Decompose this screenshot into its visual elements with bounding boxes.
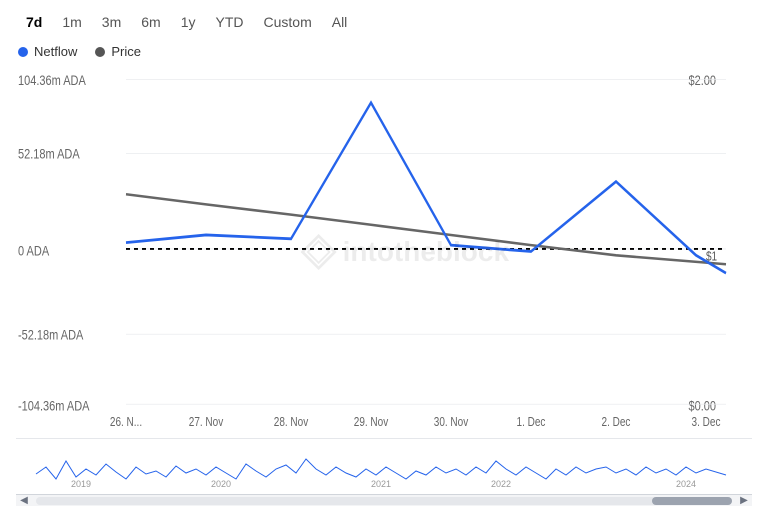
scroll-left-arrow[interactable]: ◀: [16, 493, 32, 509]
svg-text:2020: 2020: [211, 479, 231, 489]
svg-text:30. Nov: 30. Nov: [434, 416, 469, 429]
time-btn-ytd[interactable]: YTD: [208, 10, 252, 34]
svg-text:1. Dec: 1. Dec: [517, 416, 546, 429]
minimap-scrollbar[interactable]: ◀ ▶: [16, 494, 752, 506]
time-btn-1y[interactable]: 1y: [173, 10, 204, 34]
chart-legend: Netflow Price: [16, 44, 752, 59]
svg-text:52.18m ADA: 52.18m ADA: [18, 146, 80, 162]
svg-text:2019: 2019: [71, 479, 91, 489]
time-btn-custom[interactable]: Custom: [256, 10, 320, 34]
svg-text:$0.00: $0.00: [688, 398, 716, 414]
svg-text:28. Nov: 28. Nov: [274, 416, 309, 429]
svg-text:$1: $1: [706, 250, 717, 263]
scroll-right-arrow[interactable]: ▶: [736, 493, 752, 509]
minimap-svg: 2019 2020 2021 2022 2024: [16, 439, 752, 491]
svg-text:-52.18m ADA: -52.18m ADA: [18, 327, 84, 343]
svg-text:3. Dec: 3. Dec: [692, 416, 721, 429]
svg-text:2022: 2022: [491, 479, 511, 489]
scroll-thumb[interactable]: [652, 497, 732, 505]
svg-text:29. Nov: 29. Nov: [354, 416, 389, 429]
svg-text:$2.00: $2.00: [688, 73, 716, 89]
svg-text:0 ADA: 0 ADA: [18, 243, 50, 259]
scroll-track[interactable]: [36, 497, 732, 505]
time-btn-3m[interactable]: 3m: [94, 10, 129, 34]
time-range-selector: 7d1m3m6m1yYTDCustomAll: [16, 10, 752, 34]
price-dot: [95, 47, 105, 57]
time-btn-1m[interactable]: 1m: [54, 10, 89, 34]
svg-text:2021: 2021: [371, 479, 391, 489]
legend-netflow-label: Netflow: [34, 44, 77, 59]
time-btn-all[interactable]: All: [324, 10, 356, 34]
svg-text:2. Dec: 2. Dec: [602, 416, 631, 429]
svg-text:-104.36m ADA: -104.36m ADA: [18, 398, 90, 414]
minimap-container: 2019 2020 2021 2022 2024 ◀ ▶: [16, 438, 752, 506]
svg-text:104.36m ADA: 104.36m ADA: [18, 73, 86, 89]
svg-text:2024: 2024: [676, 479, 696, 489]
netflow-dot: [18, 47, 28, 57]
legend-netflow: Netflow: [18, 44, 77, 59]
legend-price-label: Price: [111, 44, 141, 59]
svg-text:26. N...: 26. N...: [110, 416, 142, 429]
main-chart-svg: 104.36m ADA 52.18m ADA 0 ADA -52.18m ADA…: [16, 67, 752, 436]
main-chart-area: intotheblock 104.36m ADA 52.18m ADA 0 AD…: [16, 67, 752, 436]
time-btn-7d[interactable]: 7d: [18, 10, 50, 34]
legend-price: Price: [95, 44, 141, 59]
svg-text:27. Nov: 27. Nov: [189, 416, 224, 429]
time-btn-6m[interactable]: 6m: [133, 10, 168, 34]
